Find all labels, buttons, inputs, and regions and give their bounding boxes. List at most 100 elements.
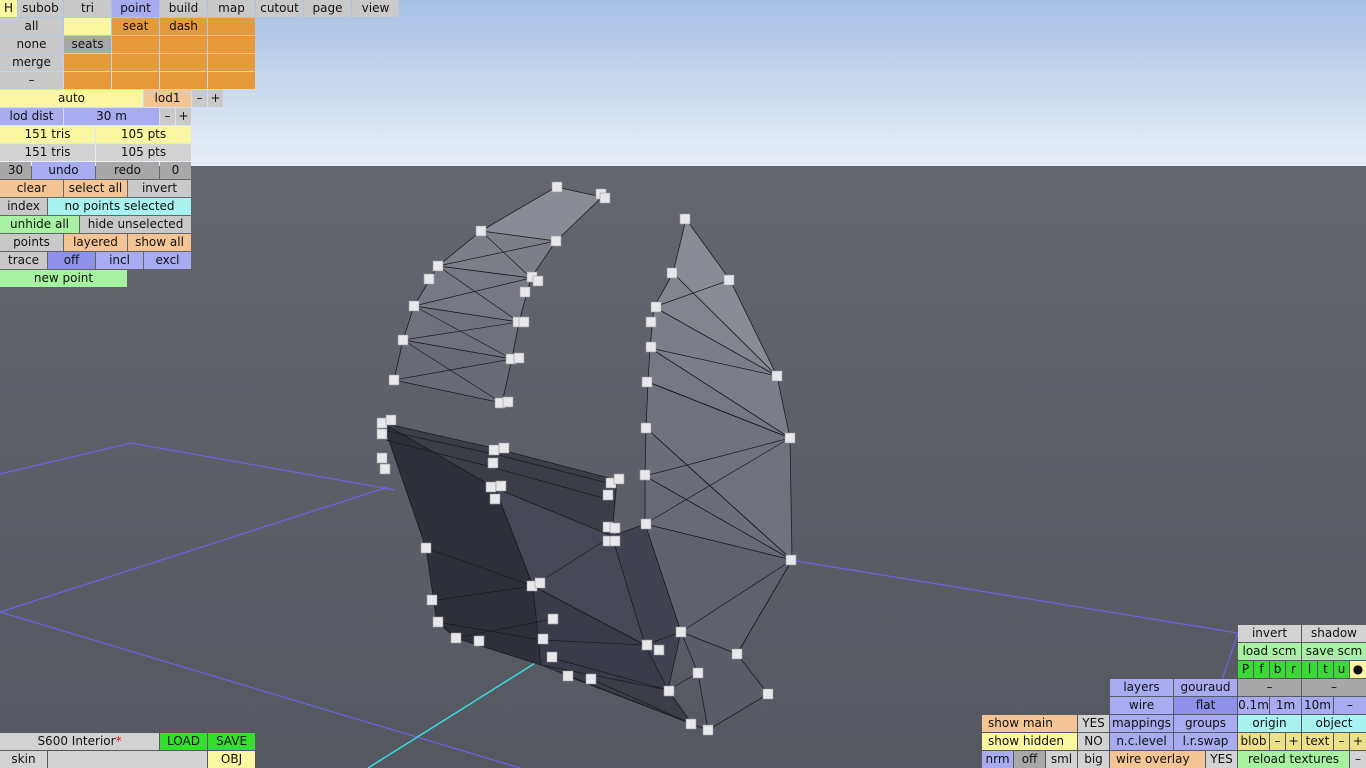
invert-display-button[interactable]: invert xyxy=(1238,625,1301,642)
help-button[interactable]: H xyxy=(0,0,17,17)
scale-01m-button[interactable]: 0.1m xyxy=(1238,697,1269,714)
flag-b[interactable]: b xyxy=(1270,661,1285,678)
new-point-button[interactable]: new point xyxy=(0,270,127,287)
selection-slot[interactable] xyxy=(64,72,111,89)
selection-seat[interactable]: seat xyxy=(112,18,159,35)
flag-f[interactable]: f xyxy=(1254,661,1269,678)
reload-textures-button[interactable]: reload textures xyxy=(1238,751,1349,768)
scale-10m-button[interactable]: 10m xyxy=(1302,697,1333,714)
tab-cutout[interactable]: cutout xyxy=(256,0,303,17)
show-main-button[interactable]: show main xyxy=(982,715,1077,732)
scale-1m-button[interactable]: 1m xyxy=(1270,697,1301,714)
invert-selection-button[interactable]: invert xyxy=(128,180,191,197)
lod-increase-button[interactable]: + xyxy=(208,90,223,107)
flag-l[interactable]: l xyxy=(1302,661,1317,678)
index-button[interactable]: index xyxy=(0,198,47,215)
selection-seats[interactable]: seats xyxy=(64,36,111,53)
tab-tri[interactable]: tri xyxy=(64,0,111,17)
trace-incl-button[interactable]: incl xyxy=(96,252,143,269)
load-button[interactable]: LOAD xyxy=(160,733,207,750)
selection-slot[interactable] xyxy=(208,54,255,71)
obj-button[interactable]: OBJ xyxy=(208,751,255,768)
flag-t[interactable]: t xyxy=(1318,661,1333,678)
selection-slot[interactable] xyxy=(208,72,255,89)
nrm-off-button[interactable]: off xyxy=(1014,751,1045,768)
tab-build[interactable]: build xyxy=(160,0,207,17)
nrm-big-button[interactable]: big xyxy=(1078,751,1109,768)
save-button[interactable]: SAVE xyxy=(208,733,255,750)
selection-slot[interactable] xyxy=(64,54,111,71)
layers-button[interactable]: layers xyxy=(1110,679,1173,696)
select-none-button[interactable]: none xyxy=(0,36,63,53)
groups-button[interactable]: groups xyxy=(1174,715,1237,732)
mappings-button[interactable]: mappings xyxy=(1110,715,1173,732)
scale-minus-button[interactable]: – xyxy=(1334,697,1366,714)
flag-dot[interactable]: ● xyxy=(1350,661,1366,678)
3d-viewport[interactable] xyxy=(0,0,1366,768)
trace-excl-button[interactable]: excl xyxy=(144,252,191,269)
wire-overlay-button[interactable]: wire overlay xyxy=(1110,751,1205,768)
show-main-value[interactable]: YES xyxy=(1078,715,1109,732)
redo-button[interactable]: redo xyxy=(96,162,159,179)
selection-slot[interactable] xyxy=(208,18,255,35)
tab-subob[interactable]: subob xyxy=(18,0,63,17)
save-scm-button[interactable]: save scm xyxy=(1302,643,1366,660)
reload-minus-button[interactable]: – xyxy=(1350,751,1366,768)
flag-u[interactable]: u xyxy=(1334,661,1349,678)
selection-slot-blank[interactable] xyxy=(64,18,111,35)
skin-field[interactable] xyxy=(48,751,207,768)
selection-slot[interactable] xyxy=(160,54,207,71)
lod-dist-value[interactable]: 30 m xyxy=(64,108,159,125)
show-hidden-button[interactable]: show hidden xyxy=(982,733,1077,750)
shade-decrease-button-2[interactable]: – xyxy=(1302,679,1366,696)
selection-slot[interactable] xyxy=(112,54,159,71)
text-decrease-button[interactable]: – xyxy=(1334,733,1349,750)
selection-slot[interactable] xyxy=(160,36,207,53)
tab-page[interactable]: page xyxy=(304,0,351,17)
trace-off-button[interactable]: off xyxy=(48,252,95,269)
shade-decrease-button[interactable]: – xyxy=(1238,679,1301,696)
merge-button[interactable]: merge xyxy=(0,54,63,71)
origin-button[interactable]: origin xyxy=(1238,715,1301,732)
tab-point[interactable]: point xyxy=(112,0,159,17)
lod-dist-increase-button[interactable]: + xyxy=(176,108,191,125)
wire-overlay-value[interactable]: YES xyxy=(1206,751,1237,768)
text-increase-button[interactable]: + xyxy=(1350,733,1366,750)
tab-map[interactable]: map xyxy=(208,0,255,17)
blob-button[interactable]: blob xyxy=(1238,733,1269,750)
skin-button[interactable]: skin xyxy=(0,751,47,768)
load-scm-button[interactable]: load scm xyxy=(1238,643,1301,660)
subtract-button[interactable]: – xyxy=(0,72,63,89)
blob-increase-button[interactable]: + xyxy=(1286,733,1301,750)
layered-button[interactable]: layered xyxy=(64,234,127,251)
gouraud-button[interactable]: gouraud xyxy=(1174,679,1237,696)
selection-dash[interactable]: dash xyxy=(160,18,207,35)
blob-decrease-button[interactable]: – xyxy=(1270,733,1285,750)
selection-slot[interactable] xyxy=(160,72,207,89)
flag-p[interactable]: P xyxy=(1238,661,1253,678)
select-all-button[interactable]: all xyxy=(0,18,63,35)
shadow-button[interactable]: shadow xyxy=(1302,625,1366,642)
selection-slot[interactable] xyxy=(208,36,255,53)
wire-button[interactable]: wire xyxy=(1110,697,1173,714)
show-hidden-value[interactable]: NO xyxy=(1078,733,1109,750)
file-name[interactable]: S600 Interior* xyxy=(0,733,159,750)
nrm-sml-button[interactable]: sml xyxy=(1046,751,1077,768)
object-button[interactable]: object xyxy=(1302,715,1366,732)
lod-level[interactable]: lod1 xyxy=(144,90,191,107)
selection-slot[interactable] xyxy=(112,36,159,53)
nrm-button[interactable]: nrm xyxy=(982,751,1013,768)
lod-dist-label[interactable]: lod dist xyxy=(0,108,63,125)
nc-level-button[interactable]: n.c.level xyxy=(1110,733,1173,750)
lod-decrease-button[interactable]: – xyxy=(192,90,207,107)
lr-swap-button[interactable]: l.r.swap xyxy=(1174,733,1237,750)
show-all-button[interactable]: show all xyxy=(128,234,191,251)
selection-slot[interactable] xyxy=(112,72,159,89)
lod-auto-button[interactable]: auto xyxy=(0,90,143,107)
select-all-points-button[interactable]: select all xyxy=(64,180,127,197)
lod-dist-decrease-button[interactable]: – xyxy=(160,108,175,125)
text-button[interactable]: text xyxy=(1302,733,1333,750)
hide-unselected-button[interactable]: hide unselected xyxy=(80,216,191,233)
trace-button[interactable]: trace xyxy=(0,252,47,269)
clear-button[interactable]: clear xyxy=(0,180,63,197)
